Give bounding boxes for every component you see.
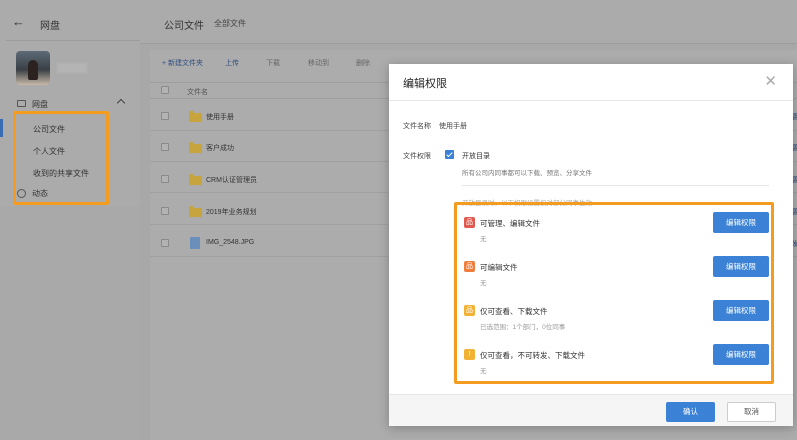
open-directory-description: 所有公司内同事都可以下载、预览、分享文件 xyxy=(462,170,592,177)
image-file-icon xyxy=(190,237,200,249)
back-arrow-icon[interactable]: ← xyxy=(12,14,25,29)
sidebar-group-label: 网盘 xyxy=(32,100,48,109)
dialog-footer: 确认 取消 xyxy=(389,394,793,426)
user-name-redacted xyxy=(57,63,87,73)
column-header-name[interactable]: 文件名 xyxy=(187,87,208,97)
delete-button[interactable]: 删除 xyxy=(356,58,370,68)
row-checkbox[interactable] xyxy=(161,143,169,151)
disk-icon xyxy=(17,100,26,107)
annotation-highlight-permissions xyxy=(454,202,774,384)
folder-icon xyxy=(189,111,202,122)
close-icon[interactable]: ✕ xyxy=(764,72,777,90)
dialog-divider xyxy=(389,100,793,101)
breadcrumb-current[interactable]: 全部文件 xyxy=(214,18,246,29)
file-name[interactable]: 使用手册 xyxy=(206,112,234,122)
row-checkbox[interactable] xyxy=(161,175,169,183)
active-indicator xyxy=(0,119,3,137)
file-name[interactable]: 客户成功 xyxy=(206,143,234,153)
sidebar-title: 网盘 xyxy=(40,21,60,32)
file-name[interactable]: IMG_2548.JPG xyxy=(206,239,254,246)
move-button[interactable]: 移动到 xyxy=(308,58,329,68)
file-name-label: 文件名称 xyxy=(403,123,431,130)
annotation-highlight-sidebar xyxy=(13,111,109,205)
folder-icon xyxy=(189,174,202,185)
cancel-button[interactable]: 取消 xyxy=(727,402,776,422)
confirm-button[interactable]: 确认 xyxy=(666,402,715,422)
file-name[interactable]: CRM认证管理员 xyxy=(206,175,257,185)
avatar[interactable] xyxy=(16,51,50,85)
file-name-value: 使用手册 xyxy=(439,123,467,130)
folder-icon xyxy=(189,206,202,217)
row-checkbox[interactable] xyxy=(161,112,169,120)
breadcrumb-root[interactable]: 公司文件 xyxy=(164,17,204,32)
folder-icon xyxy=(189,142,202,153)
open-directory-checkbox[interactable] xyxy=(445,150,454,159)
row-checkbox[interactable] xyxy=(161,207,169,215)
select-all-checkbox[interactable] xyxy=(161,86,169,94)
file-name[interactable]: 2019年业务规划 xyxy=(206,207,257,217)
upload-button[interactable]: 上传 xyxy=(225,58,239,68)
download-button[interactable]: 下载 xyxy=(266,58,280,68)
open-directory-label[interactable]: 开放目录 xyxy=(462,151,490,161)
dialog-title: 编辑权限 xyxy=(403,78,447,90)
row-checkbox[interactable] xyxy=(161,239,169,247)
section-divider xyxy=(462,185,769,186)
new-folder-button[interactable]: + 新建文件夹 xyxy=(162,58,203,68)
file-permission-label: 文件权限 xyxy=(403,153,431,160)
